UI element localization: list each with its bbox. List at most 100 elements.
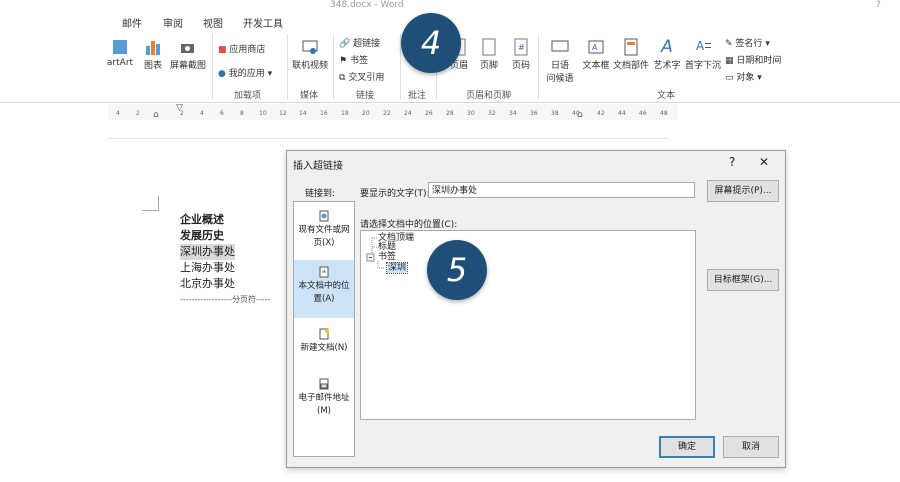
hyperlink-button[interactable]: 🔗 超链接 bbox=[339, 36, 380, 49]
nav-place-in-document[interactable]: 本文档中的位 置(A) bbox=[294, 260, 354, 318]
ruler-number: 28 bbox=[446, 110, 454, 117]
nav-new-document[interactable]: 新建文档(N) bbox=[294, 328, 354, 368]
margin-corner-marker bbox=[142, 196, 159, 211]
page-number-button[interactable]: # 页码 bbox=[508, 38, 534, 71]
bookmark-icon: ⚑ bbox=[339, 56, 348, 66]
ruler-number: 18 bbox=[341, 110, 349, 117]
ruler-number: 12 bbox=[279, 110, 287, 117]
footer-icon bbox=[482, 38, 496, 56]
screen-tip-button[interactable]: 屏幕提示(P)... bbox=[707, 180, 779, 202]
ruler-number: 32 bbox=[488, 110, 496, 117]
chevron-down-icon: ▾ bbox=[765, 39, 770, 49]
signature-line-button[interactable]: ✎ 签名行 ▾ bbox=[725, 36, 770, 49]
new-document-icon bbox=[319, 328, 329, 340]
left-indent-marker[interactable]: ⌂ bbox=[153, 110, 159, 120]
svg-text:#: # bbox=[518, 43, 525, 52]
textbox-icon: A bbox=[588, 40, 604, 54]
doc-line[interactable]: 北京办事处 bbox=[180, 276, 235, 292]
help-icon[interactable]: ? bbox=[876, 0, 881, 10]
svg-text:A: A bbox=[696, 39, 705, 53]
group-label-links: 链接 bbox=[356, 91, 375, 101]
right-indent-marker[interactable]: ⌂ bbox=[577, 110, 583, 120]
page-number-icon: # bbox=[514, 38, 528, 56]
doc-heading[interactable]: 企业概述 bbox=[180, 212, 224, 228]
online-video-button[interactable]: 联机视频 bbox=[290, 38, 330, 71]
footer-button[interactable]: 页脚 bbox=[476, 38, 502, 71]
tab-view[interactable]: 视图 bbox=[203, 15, 223, 30]
calendar-icon: ▦ bbox=[725, 56, 734, 66]
ruler-number: 8 bbox=[240, 110, 244, 117]
step-5-badge: 5 bbox=[427, 240, 487, 300]
object-button[interactable]: ▭ 对象 ▾ bbox=[725, 70, 762, 83]
tree-item-bookmarks[interactable]: 书签 bbox=[378, 252, 396, 262]
tab-developer[interactable]: 开发工具 bbox=[243, 15, 283, 30]
store-icon: ■ bbox=[218, 45, 227, 55]
signature-icon: ✎ bbox=[725, 39, 733, 49]
ok-button[interactable]: 确定 bbox=[659, 436, 715, 458]
ruler-number: 2 bbox=[136, 110, 140, 117]
insert-hyperlink-dialog: 插入超链接 ? ✕ 链接到: 要显示的文字(T): 深圳办事处 屏幕提示(P).… bbox=[286, 150, 786, 468]
tree-item-selected-bookmark[interactable]: 深圳 bbox=[385, 262, 409, 274]
close-icon[interactable]: ✕ bbox=[759, 155, 769, 169]
dropcap-icon: A bbox=[696, 39, 711, 53]
document-place-icon bbox=[319, 266, 329, 278]
first-line-indent-marker[interactable]: ▽ bbox=[176, 103, 183, 113]
ruler[interactable] bbox=[108, 104, 678, 120]
group-label-header-footer: 页眉和页脚 bbox=[466, 91, 512, 101]
screenshot-button[interactable]: 屏幕截图 bbox=[168, 38, 208, 71]
target-frame-button[interactable]: 目标框架(G)... bbox=[707, 269, 779, 291]
smartart-icon bbox=[113, 40, 127, 54]
chart-button[interactable]: 图表 bbox=[140, 38, 166, 71]
ribbon-divider bbox=[212, 34, 213, 100]
group-label-comments: 批注 bbox=[408, 91, 427, 101]
help-icon[interactable]: ? bbox=[729, 155, 735, 169]
title-bar: 348.docx - Word ? bbox=[0, 0, 900, 14]
ruler-number: 26 bbox=[425, 110, 433, 117]
ruler-number: 38 bbox=[551, 110, 559, 117]
dropcap-button[interactable]: A 首字下沉 bbox=[684, 38, 722, 71]
document-place-tree[interactable]: 文档顶端 标题 书签 深圳 bbox=[360, 230, 696, 420]
nav-existing-file[interactable]: 现有文件或网 页(X) bbox=[294, 210, 354, 256]
link-icon: 🔗 bbox=[339, 39, 351, 49]
ribbon-divider bbox=[287, 34, 288, 100]
doc-line[interactable]: 上海办事处 bbox=[180, 260, 235, 276]
ruler-number: 4 bbox=[200, 110, 204, 117]
smartart-button[interactable]: artArt bbox=[100, 38, 140, 68]
page-break-marker: ------------------分页符----- bbox=[180, 295, 271, 304]
wordart-icon: A bbox=[661, 37, 673, 57]
textbox-button[interactable]: A 文本框 bbox=[582, 38, 610, 71]
tree-item-headings[interactable]: 标题 bbox=[378, 242, 396, 252]
link-to-nav: 现有文件或网 页(X) 本文档中的位 置(A) 新建文档(N) 电子邮件地址 (… bbox=[293, 201, 355, 457]
group-label-addins: 加载项 bbox=[234, 91, 262, 101]
doc-selected-text[interactable]: 深圳办事处 bbox=[180, 244, 235, 260]
wordart-button[interactable]: A 艺术字 bbox=[653, 38, 681, 71]
ruler-number: 16 bbox=[320, 110, 328, 117]
doc-parts-icon bbox=[624, 38, 638, 56]
group-label-media: 媒体 bbox=[300, 91, 319, 101]
link-to-label: 链接到: bbox=[305, 189, 336, 199]
doc-parts-button[interactable]: 文档部件 bbox=[612, 38, 650, 71]
window-title: 348.docx - Word bbox=[330, 0, 404, 10]
group-label-text: 文本 bbox=[657, 91, 676, 101]
tab-mailings[interactable]: 邮件 bbox=[122, 15, 142, 30]
ruler-number: 30 bbox=[467, 110, 475, 117]
doc-heading[interactable]: 发展历史 bbox=[180, 228, 224, 244]
display-text-input[interactable]: 深圳办事处 bbox=[428, 182, 695, 198]
bookmark-button[interactable]: ⚑ 书签 bbox=[339, 53, 368, 66]
ribbon-divider bbox=[333, 34, 334, 100]
ruler-number: 20 bbox=[362, 110, 370, 117]
greeting-icon bbox=[551, 40, 569, 52]
japanese-greeting-button[interactable]: 日语 问候语 bbox=[542, 38, 578, 84]
date-time-button[interactable]: ▦ 日期和时间 bbox=[725, 53, 781, 66]
cross-reference-button[interactable]: ⧉ 交叉引用 bbox=[339, 70, 384, 83]
cancel-button[interactable]: 取消 bbox=[723, 436, 779, 458]
ruler-number: 48 bbox=[660, 110, 668, 117]
my-apps-button[interactable]: ● 我的应用 ▾ bbox=[218, 66, 272, 79]
globe-file-icon bbox=[319, 210, 329, 222]
nav-email-address[interactable]: 电子邮件地址 (M) bbox=[294, 378, 354, 426]
place-label: 请选择文档中的位置(C): bbox=[360, 220, 458, 230]
app-store-button[interactable]: ■ 应用商店 bbox=[218, 42, 265, 55]
step-4-badge: 4 bbox=[401, 13, 461, 73]
ribbon-divider bbox=[538, 34, 539, 100]
tab-review[interactable]: 审阅 bbox=[163, 15, 183, 30]
